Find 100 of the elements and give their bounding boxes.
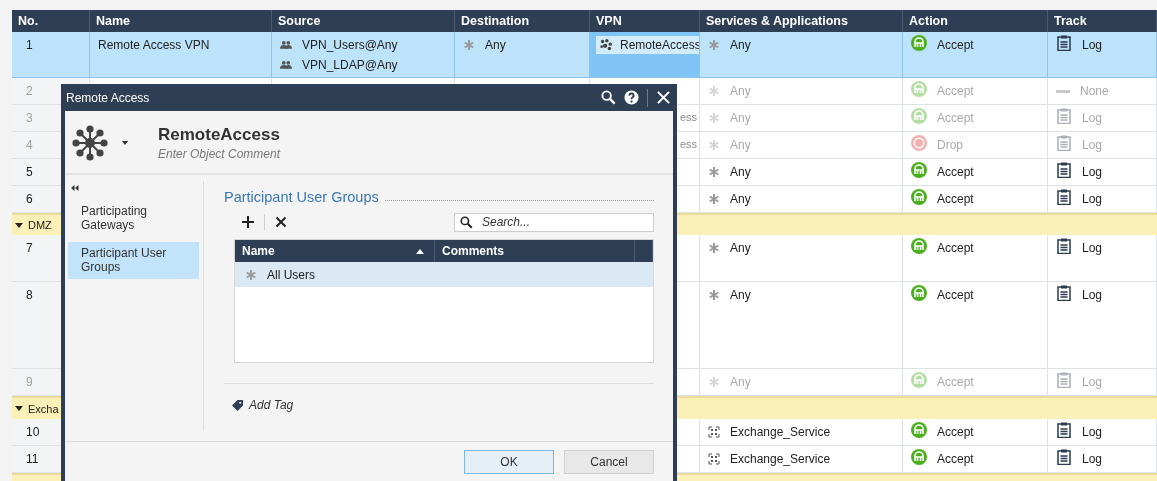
comment-field[interactable]: Enter Object Comment [158,145,358,161]
clipboard-icon [1056,422,1072,438]
track-value: Log [1082,425,1103,439]
tag-icon[interactable] [232,399,243,411]
add-tag-link[interactable]: Add Tag [249,398,294,412]
service-object: Any [730,241,751,255]
caret-icon[interactable] [122,141,128,145]
rule-number: 4 [26,138,33,152]
action-value: Accept [937,241,974,255]
section-heading: Participant User Groups [224,189,379,205]
rule-number: 1 [26,38,33,52]
track-value: None [1080,84,1109,98]
accept-icon [911,81,927,97]
asterisk-icon [708,39,720,51]
action-value: Accept [937,452,974,466]
asterisk-icon [708,242,720,254]
user-group-icon [280,39,292,51]
add-icon[interactable] [242,216,254,228]
group-name: All Users [267,267,315,282]
rule-number: 9 [26,375,33,389]
asterisk-icon [708,166,720,178]
nav-item[interactable]: Participant User Groups [68,242,199,279]
clipboard-icon [1056,162,1072,178]
action-value: Drop [937,138,963,152]
asterisk-icon [708,193,720,205]
action-value: Accept [937,84,974,98]
accept-icon [911,449,927,465]
accept-icon [911,238,927,254]
track-value: Log [1082,375,1103,389]
asterisk-icon [708,139,720,151]
search-icon[interactable] [601,90,616,105]
action-value: Accept [937,425,974,439]
asterisk-icon [708,85,720,97]
rule-number: 10 [26,425,40,439]
service-object: Any [730,111,751,125]
track-value: Log [1082,241,1103,255]
dialog-title: Remote Access [66,90,150,105]
clipboard-icon [1056,372,1072,388]
accept-icon [911,285,927,301]
action-value: Accept [937,288,974,302]
search-field[interactable]: Search... [454,212,654,232]
rule-number: 6 [26,192,33,206]
collapse-triangle-icon[interactable] [15,406,23,411]
rule-number: 3 [26,111,33,125]
accept-icon [911,35,927,51]
close-icon[interactable] [656,90,671,105]
service-object: Any [730,192,751,206]
service-object: Exchange_Service [730,425,831,439]
network-icon[interactable] [72,125,108,161]
rule-number: 5 [26,165,33,179]
clipboard-icon [1056,189,1072,205]
clipboard-icon [1056,285,1072,301]
rule-number: 8 [26,288,33,302]
rule-number: 7 [26,241,33,255]
service-object: Any [730,375,751,389]
destination-object: Any [485,38,506,52]
rule-number: 11 [26,452,39,466]
ok-button[interactable]: OK [464,450,554,474]
accept-icon [911,108,927,124]
service-object: Any [730,288,751,302]
accept-icon [911,372,927,388]
asterisk-icon [708,376,720,388]
service-icon [708,426,720,438]
collapse-triangle-icon[interactable] [15,222,23,228]
clipboard-icon [1056,238,1072,254]
track-value: Log [1082,192,1103,206]
track-value: Log [1082,111,1103,125]
delete-icon[interactable] [275,216,287,228]
clipboard-icon [1056,135,1072,151]
asterisk-icon [708,112,720,124]
source-object: VPN_LDAP@Any [302,58,398,72]
cancel-button[interactable]: Cancel [564,450,654,474]
action-value: Accept [937,38,974,52]
grid-row[interactable]: All Users [235,262,653,287]
asterisk-icon [708,289,720,301]
section-title: Excha [28,402,59,415]
nav-item[interactable]: Participating Gateways [68,200,199,237]
object-name[interactable]: RemoteAccess [158,125,358,145]
clipboard-icon [1056,35,1072,51]
action-value: Accept [937,375,974,389]
dash-icon [1056,89,1070,93]
user-group-icon [280,59,292,71]
action-value: Accept [937,111,974,125]
accept-icon [911,422,927,438]
track-value: Log [1082,165,1103,179]
section-title: DMZ [28,219,52,231]
service-object: Any [730,84,751,98]
action-value: Accept [937,192,974,206]
vpn-community: ess [678,110,697,123]
source-object: VPN_Users@Any [302,38,398,52]
search-icon [460,215,473,229]
clipboard-icon [1056,108,1072,124]
vpn-community: ess [678,137,697,150]
service-icon [708,453,720,465]
track-value: Log [1082,138,1103,152]
help-icon[interactable] [624,90,639,105]
track-value: Log [1082,288,1103,302]
track-value: Log [1082,452,1103,466]
track-value: Log [1082,38,1103,52]
accept-icon [911,189,927,205]
